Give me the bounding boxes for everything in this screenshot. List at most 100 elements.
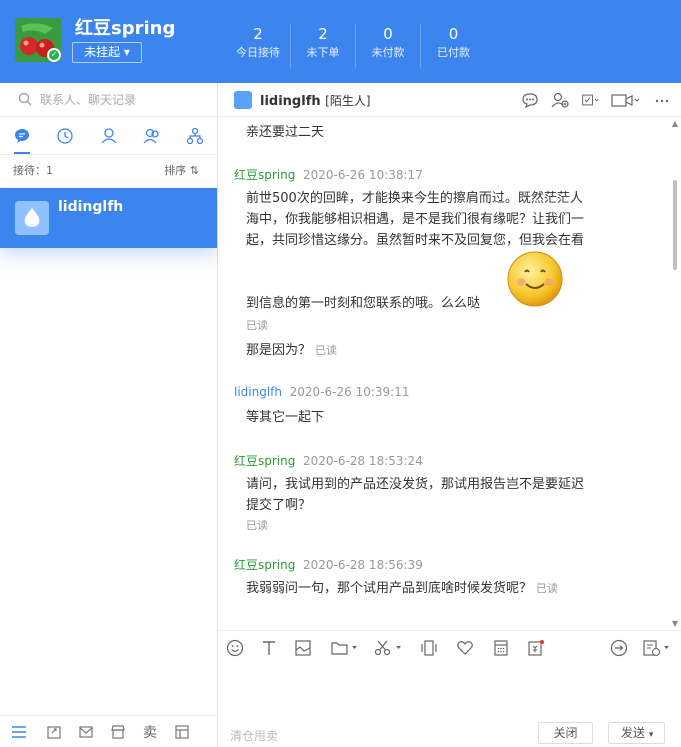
font-icon[interactable]	[260, 639, 278, 657]
add-task-icon[interactable]	[581, 92, 599, 108]
stat-unpaid[interactable]: 0 未付款	[356, 24, 421, 68]
compose-footer: 清仓甩卖 关闭 发送 ▾	[218, 719, 681, 747]
stat-label: 未付款	[371, 46, 405, 59]
online-badge: ✓	[47, 48, 61, 62]
stat-label: 未下单	[306, 46, 340, 59]
chat-more-icon[interactable]	[521, 92, 539, 108]
stat-not-ordered[interactable]: 2 未下单	[291, 24, 356, 68]
chat-header-actions	[521, 92, 671, 108]
message-text: 等其它一起下	[246, 410, 325, 425]
tab-recent[interactable]	[43, 117, 86, 154]
mail-icon[interactable]	[70, 716, 102, 747]
message-time: 2020-6-28 18:56:39	[303, 558, 423, 572]
message-time: 2020-6-28 18:53:24	[303, 454, 423, 468]
left-tabs	[0, 117, 217, 155]
sell-icon[interactable]: 卖	[134, 716, 166, 747]
message-body: 我弱弱问一句，那个试用产品到底啥时候发货呢？	[246, 581, 533, 596]
quick-reply-icon[interactable]	[610, 639, 628, 657]
shake-icon[interactable]	[420, 639, 438, 657]
read-status: 已读	[536, 582, 559, 595]
scrollbar-thumb[interactable]	[673, 180, 677, 270]
screenshot-icon[interactable]	[374, 639, 404, 657]
message-text: 前世500次的回眸，才能换来今生的擦肩而过。既然茫茫人	[246, 191, 583, 206]
image-icon[interactable]	[294, 639, 312, 657]
close-button[interactable]: 关闭	[538, 722, 593, 744]
message-meta: 红豆spring 2020-6-28 18:56:39	[234, 556, 423, 573]
message-scrollbar[interactable]: ▲ ▼	[671, 120, 679, 628]
read-status: 已读	[246, 519, 268, 532]
user-avatar[interactable]: ✓	[15, 18, 61, 62]
message-time: 2020-6-26 10:39:11	[289, 385, 410, 399]
stat-paid[interactable]: 0 已付款	[421, 24, 486, 68]
stat-today-reception[interactable]: 2 今日接待	[226, 24, 291, 68]
window-icon[interactable]	[166, 716, 198, 747]
stats-bar: 2 今日接待 2 未下单 0 未付款 0 已付款	[226, 24, 486, 68]
org-chart-icon	[187, 127, 204, 144]
chat-header: lidinglfh [陌生人]	[218, 83, 681, 117]
chat-bubble-icon	[14, 128, 29, 143]
chat-name: lidinglfh	[260, 94, 321, 109]
person-icon	[101, 127, 117, 143]
coupon-icon[interactable]	[526, 639, 546, 657]
sender-name: 红豆spring	[234, 558, 296, 572]
video-call-icon[interactable]	[611, 92, 641, 108]
add-contact-icon[interactable]	[551, 92, 569, 108]
chat-panel: lidinglfh [陌生人] 亲还要过二天 红豆spring 2020-6-2…	[218, 83, 681, 747]
message-meta: 红豆spring 2020-6-26 10:38:17	[234, 166, 423, 183]
message-text: 请问，我试用到的产品还没发货，那试用报告岂不是要延迟	[246, 477, 585, 492]
message-meta: 红豆spring 2020-6-28 18:53:24	[234, 452, 423, 469]
stat-value: 2	[318, 25, 328, 43]
tab-chats[interactable]	[0, 117, 43, 154]
message-meta: lidinglfh 2020-6-26 10:39:11	[234, 385, 409, 399]
conversation-name: lidinglfh	[58, 199, 124, 215]
tab-groups[interactable]	[130, 117, 173, 154]
message-text: 提交了啊？	[246, 498, 312, 513]
more-options-icon[interactable]	[653, 92, 671, 108]
group-icon	[143, 128, 159, 143]
status-label: 未挂起	[84, 45, 121, 59]
message-input[interactable]	[218, 666, 681, 721]
smiley-emoji-icon	[506, 250, 564, 308]
top-header: ✓ 红豆spring 未挂起 ▾ 2 今日接待 2 未下单 0 未付款 0 已付款	[0, 0, 681, 83]
message-text: 海中，你我能够相识相遇，是不是我们很有缘呢？让我们一	[246, 212, 585, 227]
tab-org[interactable]	[174, 117, 217, 154]
clock-icon	[57, 127, 73, 144]
stat-value: 2	[253, 25, 263, 43]
search-icon	[18, 92, 32, 109]
stat-label: 已付款	[437, 46, 470, 59]
stat-label: 今日接待	[236, 46, 280, 59]
message-text: 那是因为？ 已读	[246, 340, 337, 361]
folder-icon[interactable]	[330, 639, 360, 657]
stat-value: 0	[448, 25, 459, 43]
emoji-icon[interactable]	[226, 639, 244, 657]
status-dropdown[interactable]: 未挂起 ▾	[72, 42, 142, 63]
input-hint: 清仓甩卖	[230, 729, 279, 743]
send-dropdown-icon[interactable]: ▾	[649, 730, 654, 740]
shop-icon[interactable]	[102, 716, 134, 747]
message-text: 我弱弱问一句，那个试用产品到底啥时候发货呢？ 已读	[246, 578, 558, 599]
search-box	[0, 83, 217, 117]
export-icon[interactable]	[38, 716, 70, 747]
sender-name: 红豆spring	[234, 454, 296, 468]
user-name: 红豆spring	[75, 18, 176, 39]
scroll-up-icon[interactable]: ▲	[671, 120, 679, 128]
message-time: 2020-6-26 10:38:17	[303, 168, 423, 182]
search-input[interactable]	[40, 91, 200, 109]
history-icon[interactable]	[642, 639, 676, 657]
heart-icon[interactable]	[456, 639, 474, 657]
reception-count: 接待：1	[13, 164, 53, 177]
sort-button[interactable]: 排序 ⇅	[164, 162, 199, 178]
message-body: 那是因为？	[246, 343, 312, 358]
sender-name: 红豆spring	[234, 168, 296, 182]
conversation-item[interactable]: lidinglfh	[0, 188, 217, 248]
stranger-tag: [陌生人]	[325, 94, 371, 108]
send-label: 发送	[621, 726, 646, 740]
compose-toolbar	[218, 630, 681, 666]
chat-contact-name: lidinglfh [陌生人]	[260, 92, 371, 109]
calculator-icon[interactable]	[492, 639, 510, 657]
scroll-down-icon[interactable]: ▼	[671, 620, 679, 628]
menu-icon[interactable]	[0, 716, 38, 747]
message-text: 到信息的第一时刻和您联系的哦。么么哒	[246, 296, 481, 311]
send-button[interactable]: 发送 ▾	[608, 722, 665, 744]
tab-contacts[interactable]	[87, 117, 130, 154]
